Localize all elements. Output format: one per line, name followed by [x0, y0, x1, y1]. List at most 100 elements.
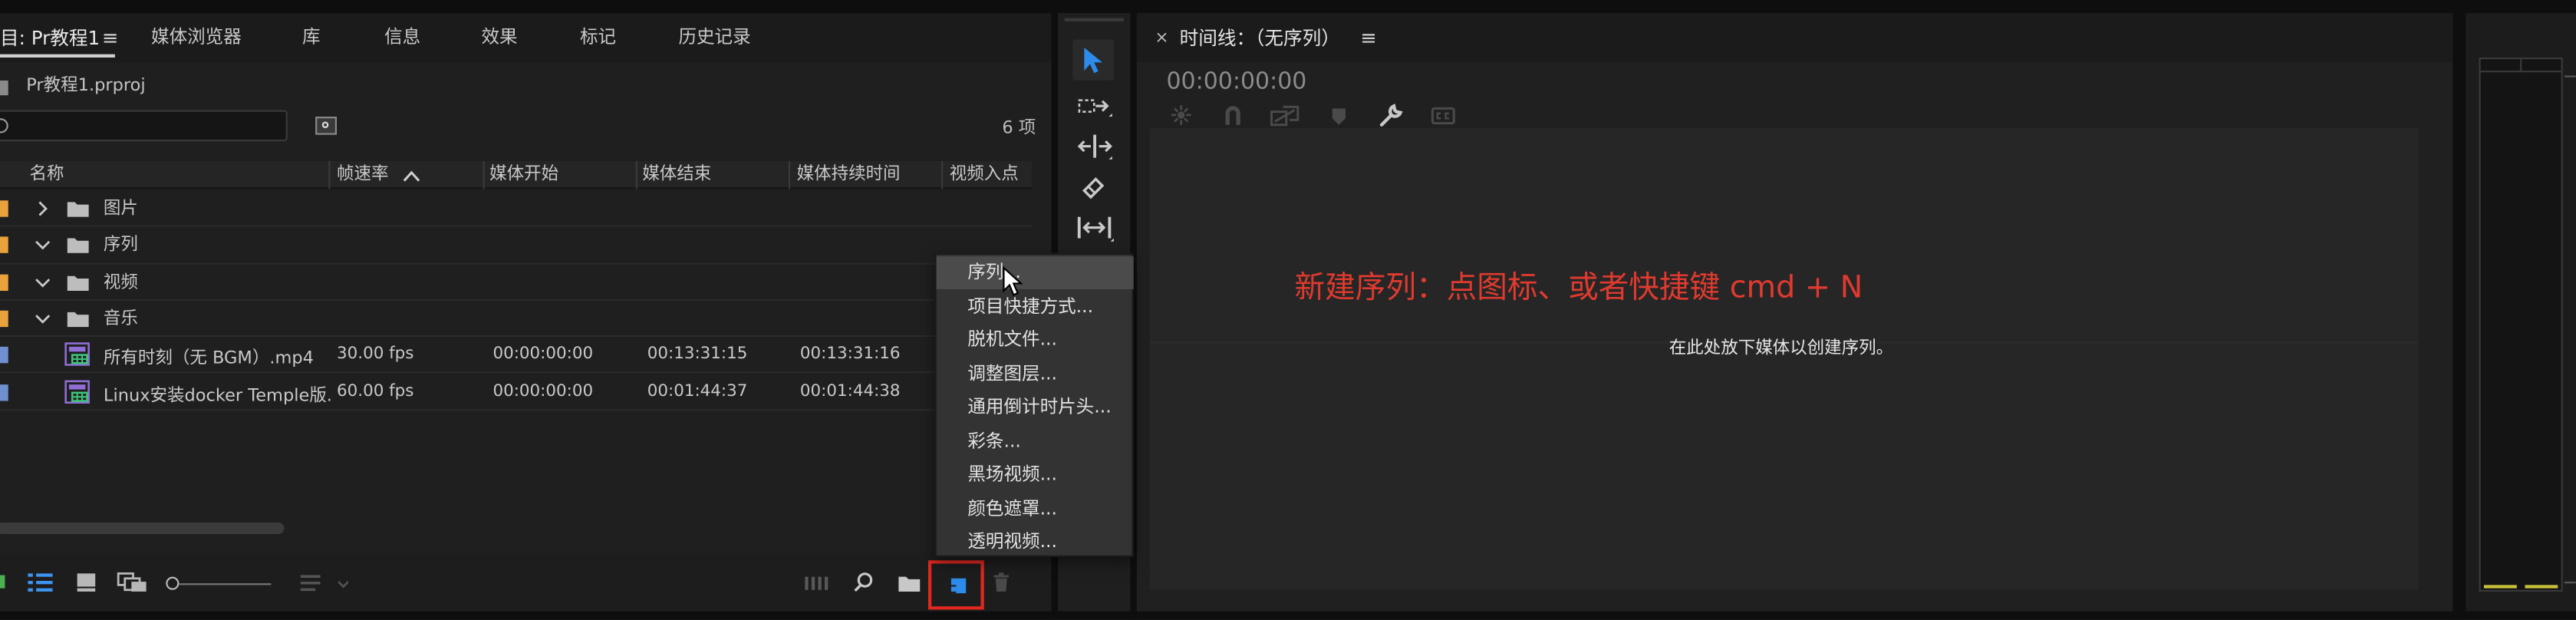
panel-divider: [2452, 13, 2466, 620]
tab-media-browser[interactable]: 媒体浏览器: [151, 26, 242, 49]
new-item-icon: [949, 578, 967, 594]
project-panel: 目: Pr教程1 ≡ 媒体浏览器 库 信息 效果 标记 历史记录 Pr教程1.p…: [0, 13, 1052, 620]
menu-item[interactable]: 通用倒计时片头...: [937, 391, 1134, 424]
sort-ascending-icon[interactable]: [403, 170, 421, 183]
search-input[interactable]: [0, 110, 288, 142]
list-view-icon[interactable]: [26, 572, 54, 593]
tab-markers[interactable]: 标记: [580, 26, 616, 49]
ripple-edit-icon[interactable]: [1077, 133, 1114, 163]
panel-divider: [0, 611, 2576, 620]
menu-item[interactable]: 脱机文件...: [937, 324, 1134, 357]
column-video-in-point[interactable]: 视频入点: [950, 163, 1019, 186]
razor-tool-icon[interactable]: [1079, 174, 1107, 202]
folder-row[interactable]: 序列: [0, 227, 1032, 264]
clip-name: 所有时刻（无 BGM）.mp4: [103, 348, 314, 369]
menu-item[interactable]: 调整图层...: [937, 358, 1134, 391]
column-media-duration[interactable]: 媒体持续时间: [797, 163, 901, 186]
tab-libraries[interactable]: 库: [302, 26, 321, 49]
chevron-down-icon[interactable]: [35, 311, 51, 327]
tab-history[interactable]: 历史记录: [678, 26, 750, 49]
timeline-settings-wrench-icon[interactable]: [1379, 104, 1403, 128]
column-divider: [328, 160, 331, 190]
folder-name: 音乐: [103, 308, 138, 329]
timeline-timecode[interactable]: 00:00:00:00: [1166, 69, 1306, 97]
tab-project[interactable]: 目: Pr教程1: [0, 26, 100, 49]
slip-tool-icon[interactable]: [1076, 213, 1115, 243]
clip-frame-rate: 30.00 fps: [337, 345, 414, 364]
zoom-slider-knob[interactable]: [166, 576, 180, 590]
lock-indicator-icon[interactable]: [0, 575, 5, 589]
menu-item[interactable]: 透明视频...: [937, 526, 1134, 559]
project-file-name: Pr教程1.prproj: [26, 75, 146, 96]
tab-info[interactable]: 信息: [384, 26, 420, 49]
clip-media-end: 00:13:31:15: [647, 345, 748, 364]
label-color-chip: [0, 237, 8, 254]
timeline-menu-icon[interactable]: ≡: [1360, 26, 1377, 49]
audio-meter-level-right: [2525, 585, 2558, 588]
column-media-end[interactable]: 媒体结束: [642, 163, 711, 186]
search-icon: [0, 118, 8, 134]
automate-to-sequence-icon[interactable]: [803, 575, 829, 592]
folder-row[interactable]: 图片: [0, 190, 1032, 228]
column-frame-rate[interactable]: 帧速率: [337, 163, 388, 186]
app-window: 目: Pr教程1 ≡ 媒体浏览器 库 信息 效果 标记 历史记录 Pr教程1.p…: [0, 0, 2576, 620]
selection-tool-button[interactable]: [1072, 39, 1114, 81]
timeline-tab-title[interactable]: 时间线：（无序列）: [1180, 26, 1340, 49]
new-item-button[interactable]: [927, 560, 984, 610]
folder-icon: [67, 239, 89, 254]
clip-row[interactable]: 所有时刻（无 BGM）.mp4 30.00 fps 00:00:00:00 00…: [0, 337, 1032, 374]
label-color-chip: [0, 310, 8, 327]
find-icon[interactable]: [852, 572, 874, 593]
menu-item[interactable]: 颜色遮罩...: [937, 492, 1134, 525]
track-select-forward-icon[interactable]: [1078, 94, 1114, 121]
chevron-down-icon[interactable]: [35, 237, 51, 253]
audio-meter-frame: [2479, 57, 2563, 592]
clip-row[interactable]: Linux安装docker Temple版. 60.00 fps 00:00:0…: [0, 374, 1032, 411]
column-media-start[interactable]: 媒体开始: [489, 163, 558, 186]
folder-icon: [67, 312, 89, 327]
project-file-icon: [0, 80, 8, 96]
sequence-clip-icon: [64, 379, 90, 403]
linked-selection-icon[interactable]: [1270, 105, 1300, 127]
menu-item[interactable]: 彩条...: [937, 425, 1134, 458]
freeform-view-icon[interactable]: [117, 572, 148, 593]
new-search-bin-icon[interactable]: [315, 117, 338, 135]
column-divider: [941, 160, 944, 190]
folder-row[interactable]: 视频: [0, 264, 1032, 301]
folder-name: 序列: [103, 235, 138, 256]
clip-name: Linux安装docker Temple版.: [103, 385, 332, 405]
menu-item[interactable]: 项目快捷方式...: [937, 290, 1134, 323]
drop-media-hint: 在此处放下媒体以创建序列。: [1668, 338, 1894, 358]
menu-item[interactable]: 黑场视频...: [937, 458, 1134, 491]
icon-view-icon[interactable]: [76, 572, 97, 593]
clip-media-start: 00:00:00:00: [492, 381, 594, 401]
column-name[interactable]: 名称: [30, 163, 64, 186]
add-marker-icon[interactable]: [1331, 107, 1347, 127]
sort-icons-icon[interactable]: [299, 573, 348, 593]
new-item-menu: 序列... 项目快捷方式... 脱机文件... 调整图层... 通用倒计时片头... 彩条…: [934, 252, 1134, 559]
mouse-cursor-icon: [1003, 265, 1023, 296]
folder-name: 图片: [103, 199, 138, 219]
nest-sequence-icon[interactable]: [1170, 104, 1193, 127]
clip-frame-rate: 60.00 fps: [337, 381, 414, 401]
new-bin-icon[interactable]: [897, 573, 921, 593]
timeline-close-icon[interactable]: ×: [1155, 28, 1168, 51]
project-bottom-toolbar: [0, 553, 1052, 620]
menu-item[interactable]: 序列...: [936, 256, 1134, 289]
folder-row[interactable]: 音乐: [0, 301, 1032, 338]
label-color-chip: [0, 347, 8, 364]
horizontal-scrollbar[interactable]: [0, 522, 285, 534]
label-color-chip: [0, 273, 8, 291]
tab-active-underline: [0, 54, 115, 58]
clear-trash-icon[interactable]: [992, 572, 1010, 593]
tab-effects[interactable]: 效果: [481, 26, 517, 49]
snap-magnet-icon[interactable]: [1222, 104, 1244, 127]
tutorial-annotation: 新建序列：点图标、或者快捷键 cmd + N: [1294, 271, 1863, 306]
tools-grip: [1064, 18, 1124, 21]
captions-icon[interactable]: [1431, 107, 1455, 125]
panel-menu-icon[interactable]: ≡: [102, 26, 119, 49]
zoom-slider[interactable]: [166, 573, 272, 593]
audio-meter-panel: [2466, 13, 2576, 612]
chevron-down-icon[interactable]: [35, 274, 51, 290]
chevron-right-icon[interactable]: [35, 200, 51, 216]
